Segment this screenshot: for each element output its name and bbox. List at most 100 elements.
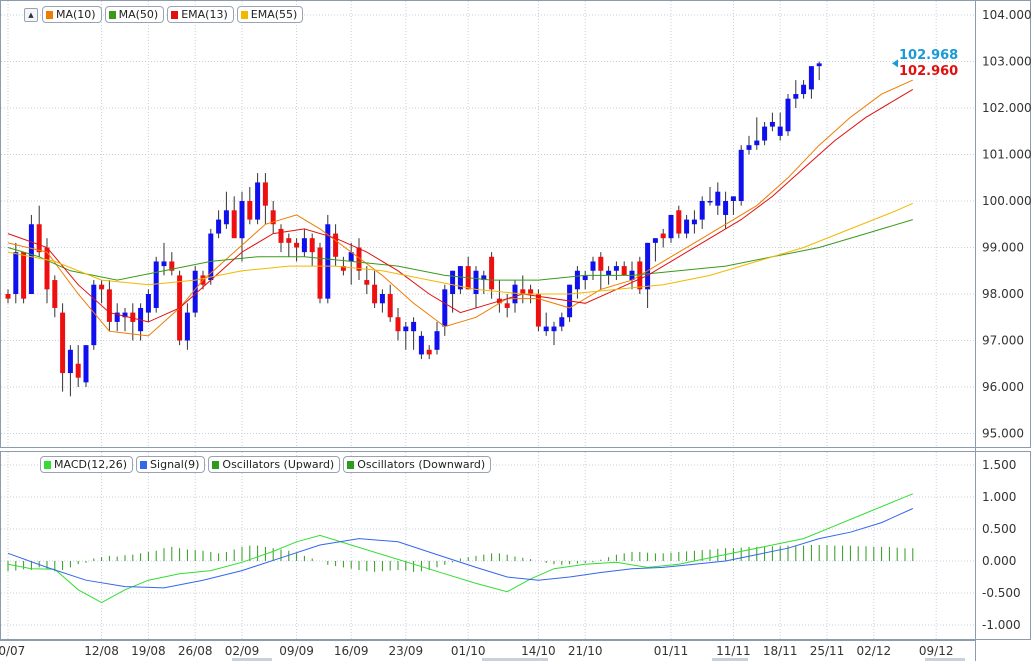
legend-macd[interactable]: MACD(12,26) [40,456,134,473]
main-y-tick-label: 104.000 [982,8,1032,22]
legend-label: MACD(12,26) [54,458,128,471]
candle-up [450,270,456,294]
legend-swatch [212,460,220,469]
legend-signal[interactable]: Signal(9) [136,456,206,473]
x-tick-label: 01/10 [451,644,486,658]
candle-up [559,317,565,327]
last-price-ask: 102.968 [899,48,959,63]
macd-y-tick-label: 1.000 [982,490,1016,504]
candle-down [660,233,666,239]
candle-up [684,219,690,234]
legend-osc-down[interactable]: Oscillators (Downward) [343,456,492,473]
legend-label: EMA(13) [181,8,228,21]
legend-ema55[interactable]: EMA(55) [236,6,304,23]
candle-up [613,266,619,271]
legend-ma10[interactable]: MA(10) [42,6,102,23]
candle-up [668,214,674,239]
chart-svg: 104.000 103.000 102.000 101.000 100.000 99.00… [0,0,1032,661]
x-tick-label: 09/09 [279,644,314,658]
legend-ema13[interactable]: EMA(13) [167,6,234,23]
x-tick-label: 16/09 [334,644,369,658]
candle-down [278,228,284,243]
candle-down [60,312,66,374]
x-tick-label: 09/12 [919,644,954,658]
candle-up [442,289,448,327]
candle-up [473,270,479,294]
x-tick-label: 14/10 [521,644,556,658]
candle-up [793,94,799,99]
candle-down [75,363,81,378]
candle-up [301,238,307,253]
candle-up [255,182,261,220]
main-y-tick-label: 103.000 [982,55,1032,69]
legend-osc-up[interactable]: Oscillators (Upward) [208,456,341,473]
macd-y-tick-label: 0.500 [982,522,1016,536]
x-tick-label: 02/09 [225,644,260,658]
main-panel-frame [0,0,1031,448]
main-y-tick-label: 98.000 [982,287,1024,301]
candle-up [67,349,73,374]
legend-label: MA(10) [56,8,96,21]
candle-up [216,219,222,234]
candle-up [411,321,417,332]
legend-label: Oscillators (Upward) [222,458,335,471]
candle-down [489,256,495,290]
candle-down [621,266,627,276]
candle-down [520,289,526,294]
candle-down [286,238,292,243]
main-collapse-button[interactable]: ▲ [24,8,38,22]
x-tick-label: 26/08 [178,644,213,658]
candle-up [418,335,424,355]
chart-root: 104.000 103.000 102.000 101.000 100.000 99.00… [0,0,1034,661]
legend-ma50[interactable]: MA(50) [104,6,165,23]
candle-down [333,233,339,257]
candle-down [106,289,112,322]
axis-layer: 104.000 103.000 102.000 101.000 100.000 99.00… [0,8,1032,661]
candle-up [403,326,409,332]
candle-up [762,126,768,141]
macd-y-tick-label: -1.000 [982,618,1021,632]
macd-y-tick-label: 0.000 [982,554,1016,568]
candle-down [395,317,401,332]
candle-down [504,303,510,308]
macd-y-tick-label: 1.500 [982,458,1016,472]
legend-swatch [171,10,179,19]
x-tick-label: 02/12 [857,644,892,658]
candle-up [769,121,775,127]
candle-up [699,201,705,220]
candle-up [707,201,713,203]
legend-label: Oscillators (Downward) [357,458,486,471]
candle-up [785,98,791,132]
main-y-tick-label: 101.000 [982,148,1032,162]
legend-swatch [240,10,248,19]
x-tick-label: 19/08 [131,644,166,658]
candle-down [21,252,27,299]
line-signal9 [7,508,914,589]
candle-up [801,84,807,95]
candle-up [754,140,760,146]
candle-up [808,66,814,90]
candle-down [99,284,105,290]
candle-up [777,126,783,136]
candle-up [715,191,721,206]
line-macd12-26 [7,493,913,604]
candle-up [590,261,596,271]
candle-up [161,261,167,267]
legend-swatch [140,460,148,469]
legend-swatch [347,460,355,469]
legend-swatch [46,10,53,19]
candle-up [28,224,34,294]
candle-up [691,219,697,225]
candle-down [528,289,534,294]
candle-up [738,149,744,201]
candle-up [379,294,385,304]
legend-swatch [44,460,51,469]
x-tick-label: 23/09 [389,644,424,658]
x-tick-label: 21/10 [568,644,603,658]
candle-up [723,201,729,215]
candle-up [223,210,229,225]
macd-legend: MACD(12,26) Signal(9) Oscillators (Upwar… [40,456,492,473]
candle-up [551,326,557,332]
candle-down [426,349,432,355]
main-y-tick-label: 95.000 [982,427,1024,441]
